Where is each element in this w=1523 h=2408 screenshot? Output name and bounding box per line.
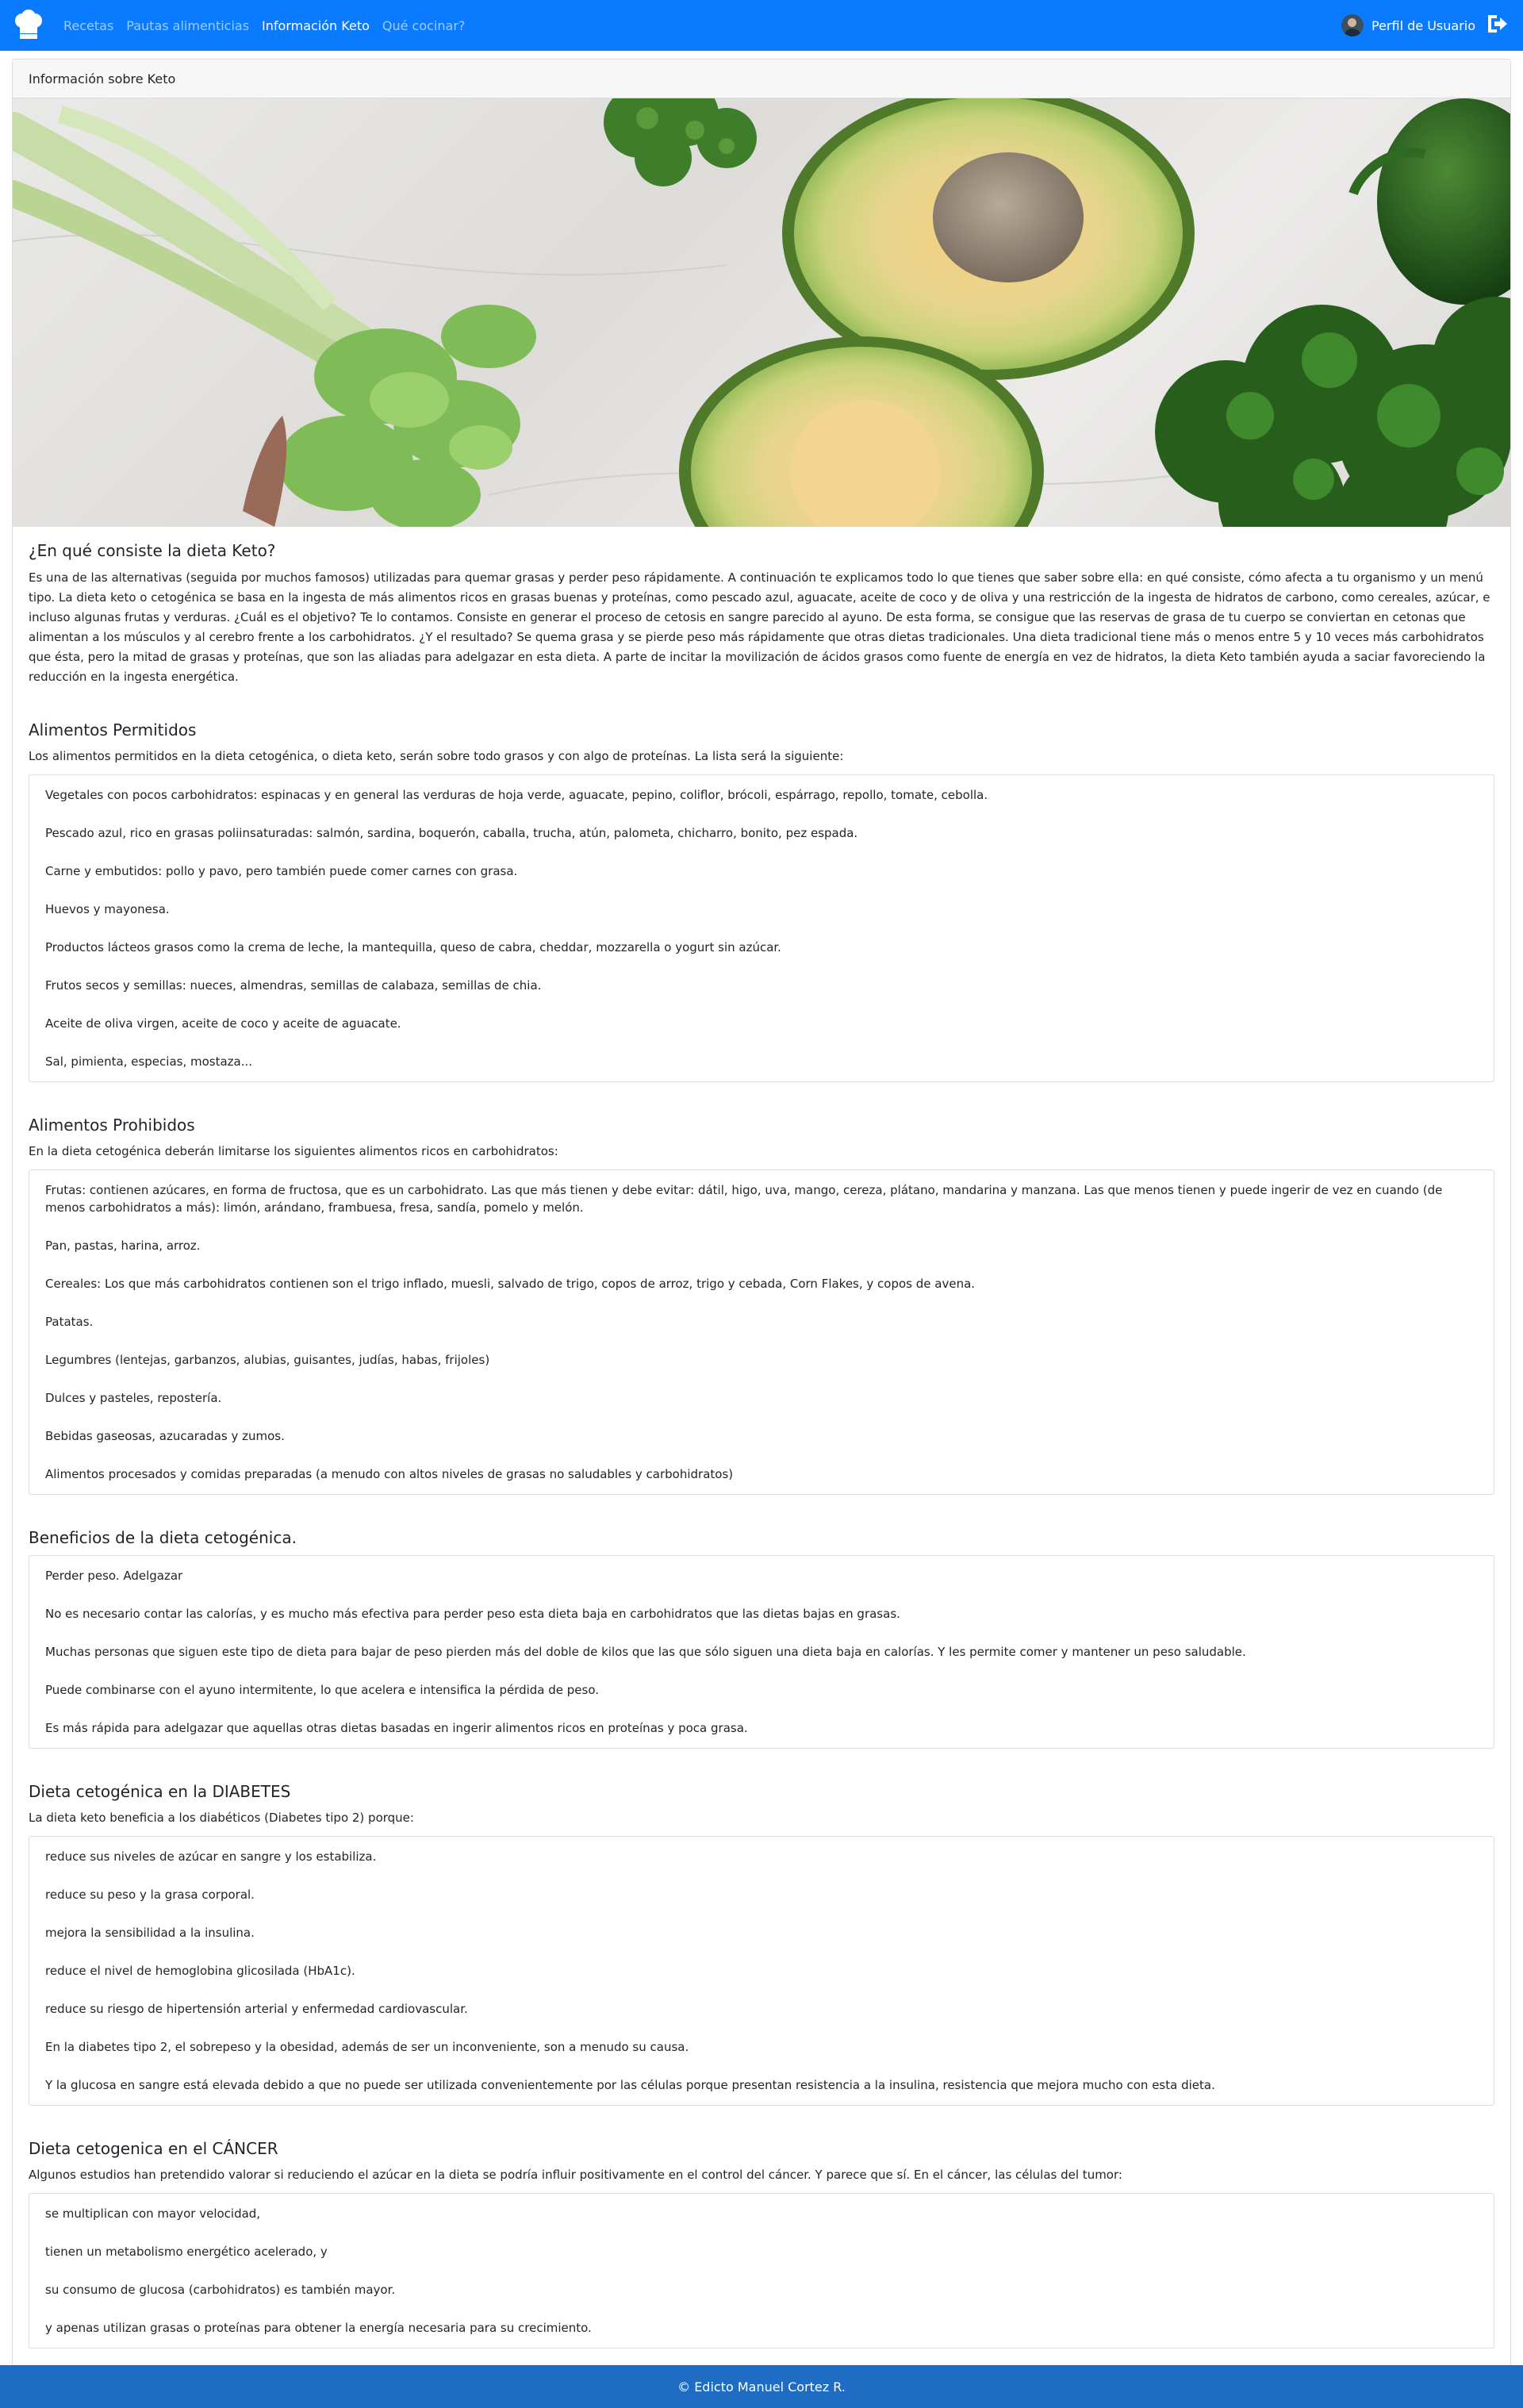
list-item: Aceite de oliva virgen, aceite de coco y… (45, 1016, 401, 1031)
list-item: Puede combinarse con el ayuno intermiten… (45, 1683, 600, 1697)
list-item: Muchas personas que siguen este tipo de … (45, 1645, 1246, 1659)
nav-link-pautas[interactable]: Pautas alimenticias (126, 18, 249, 33)
beneficios-list: Perder peso. Adelgazar No es necesario c… (29, 1555, 1494, 1749)
top-navbar: Recetas Pautas alimenticias Información … (0, 0, 1523, 51)
cancer-list: se multiplican con mayor velocidad, tien… (29, 2193, 1494, 2348)
list-item: Cereales: Los que más carbohidratos cont… (45, 1277, 976, 1291)
intro-text: Es una de las alternativas (seguida por … (29, 570, 1490, 684)
nav-link-que-cocinar[interactable]: Qué cocinar? (382, 18, 466, 33)
card-body: ¿En qué consiste la dieta Keto? Es una d… (13, 527, 1510, 2348)
list-item: Bebidas gaseosas, azucaradas y zumos. (45, 1429, 285, 1443)
card-header: Información sobre Keto (13, 60, 1510, 98)
list-item: Productos lácteos grasos como la crema d… (45, 940, 781, 954)
diabetes-lead: La dieta keto beneficia a los diabéticos… (29, 1811, 414, 1825)
list-item: Perder peso. Adelgazar (45, 1569, 183, 1583)
list-item: reduce sus niveles de azúcar en sangre y… (45, 1849, 377, 1864)
footer-copyright: © Edicto Manuel Cortez R. (677, 2379, 846, 2395)
list-item: En la diabetes tipo 2, el sobrepeso y la… (45, 2040, 689, 2054)
diabetes-list: reduce sus niveles de azúcar en sangre y… (29, 1836, 1494, 2106)
avatar[interactable] (1341, 14, 1364, 36)
prohibidos-section: Alimentos Prohibidos En la dieta cetogén… (29, 1116, 1494, 1495)
list-item: Frutos secos y semillas: nueces, almendr… (45, 978, 542, 993)
diabetes-title: Dieta cetogénica en la DIABETES (29, 1782, 291, 1801)
list-item: Es más rápida para adelgazar que aquella… (45, 1721, 748, 1735)
cancer-lead: Algunos estudios han pretendido valorar … (29, 2168, 1122, 2182)
user-menu: Perfil de Usuario (1341, 12, 1509, 39)
list-item: Vegetales con pocos carbohidratos: espin… (45, 788, 988, 802)
cancer-section: Dieta cetogenica en el CÁNCER Algunos es… (29, 2139, 1494, 2348)
list-item: Patatas. (45, 1315, 94, 1329)
list-item: reduce el nivel de hemoglobina glicosila… (45, 1964, 355, 1978)
list-item: Frutas: contienen azúcares, en forma de … (45, 1183, 1443, 1215)
cancer-title: Dieta cetogenica en el CÁNCER (29, 2139, 278, 2158)
list-item: No es necesario contar las calorías, y e… (45, 1607, 900, 1621)
list-item: Pan, pastas, harina, arroz. (45, 1239, 201, 1253)
beneficios-title: Beneficios de la dieta cetogénica. (29, 1528, 297, 1547)
list-item: Sal, pimienta, especias, mostaza... (45, 1054, 253, 1069)
list-item: Y la glucosa en sangre está elevada debi… (45, 2078, 1215, 2092)
intro-title: ¿En qué consiste la dieta Keto? (29, 541, 276, 560)
permitidos-section: Alimentos Permitidos Los alimentos permi… (29, 720, 1494, 1082)
intro-section: ¿En qué consiste la dieta Keto? Es una d… (29, 541, 1494, 687)
diabetes-section: Dieta cetogénica en la DIABETES La dieta… (29, 1782, 1494, 2106)
list-item: Pescado azul, rico en grasas poliinsatur… (45, 826, 858, 840)
list-item: reduce su peso y la grasa corporal. (45, 1888, 255, 1902)
permitidos-list: Vegetales con pocos carbohidratos: espin… (29, 774, 1494, 1082)
avocado-vegetables-image (13, 98, 1510, 527)
list-item: Alimentos procesados y comidas preparada… (45, 1467, 734, 1481)
prohibidos-title: Alimentos Prohibidos (29, 1116, 195, 1135)
list-item: y apenas utilizan grasas o proteínas par… (45, 2321, 592, 2335)
list-item: su consumo de glucosa (carbohidratos) es… (45, 2283, 396, 2297)
logout-icon[interactable] (1485, 12, 1509, 39)
list-item: mejora la sensibilidad a la insulina. (45, 1926, 255, 1940)
prohibidos-lead: En la dieta cetogénica deberán limitarse… (29, 1144, 558, 1158)
profile-link[interactable]: Perfil de Usuario (1371, 18, 1475, 33)
list-item: Legumbres (lentejas, garbanzos, alubias,… (45, 1353, 490, 1367)
permitidos-title: Alimentos Permitidos (29, 720, 197, 739)
list-item: Dulces y pasteles, repostería. (45, 1391, 222, 1405)
nav-link-recetas[interactable]: Recetas (63, 18, 113, 33)
prohibidos-list: Frutas: contienen azúcares, en forma de … (29, 1169, 1494, 1495)
list-item: Huevos y mayonesa. (45, 902, 170, 916)
info-card: Información sobre Keto ¿En qué consiste … (12, 59, 1511, 2391)
chef-hat-icon[interactable] (14, 10, 43, 41)
footer: © Edicto Manuel Cortez R. (0, 2365, 1523, 2408)
list-item: reduce su riesgo de hipertensión arteria… (45, 2002, 468, 2016)
list-item: tienen un metabolismo energético acelera… (45, 2245, 328, 2259)
permitidos-lead: Los alimentos permitidos en la dieta cet… (29, 749, 844, 763)
beneficios-section: Beneficios de la dieta cetogénica. Perde… (29, 1528, 1494, 1749)
list-item: Carne y embutidos: pollo y pavo, pero ta… (45, 864, 518, 878)
list-item: se multiplican con mayor velocidad, (45, 2206, 261, 2221)
nav-link-info-keto[interactable]: Información Keto (262, 18, 370, 33)
